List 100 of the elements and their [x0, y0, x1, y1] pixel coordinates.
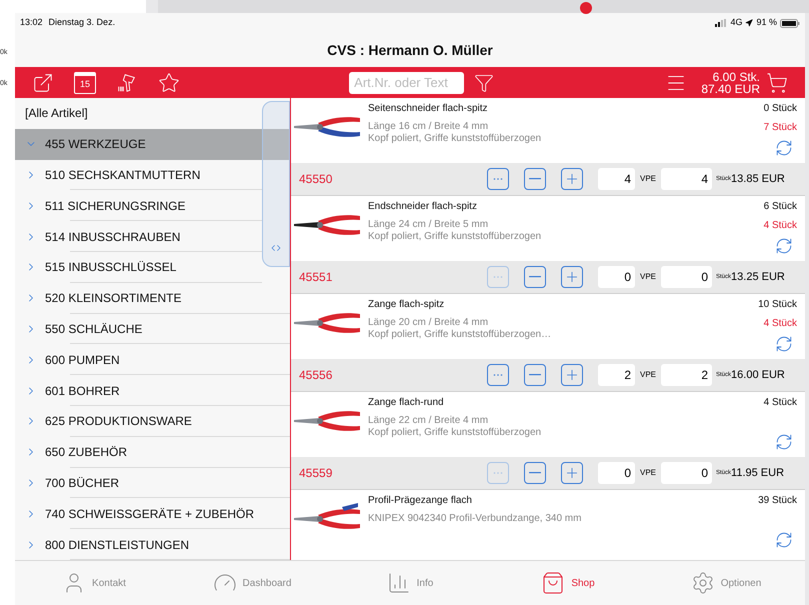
category-item[interactable]: 601 BOHRER	[15, 375, 262, 406]
vpe-label: VPE	[640, 271, 656, 283]
minus-icon	[529, 178, 541, 180]
product-detail: Kopf poliert, Griffe kunststoffüberzogen	[368, 427, 542, 439]
cart-quantity: 6.00 Stk.	[712, 70, 760, 82]
stock-label: 6 Stück	[764, 201, 797, 213]
product-detail: Kopf poliert, Griffe kunststoffüberzogen…	[368, 329, 552, 341]
scanner-icon[interactable]	[116, 72, 138, 94]
category-item[interactable]: 515 INBUSSCHLÜSSEL	[15, 252, 262, 283]
plus-icon	[564, 367, 580, 383]
category-item[interactable]: 550 SCHLÄUCHE	[15, 314, 262, 344]
vpe-label: VPE	[640, 369, 656, 381]
category-item[interactable]: 511 SICHERUNGSRINGE	[15, 190, 262, 222]
network-label: 4G	[730, 16, 742, 30]
refresh-icon[interactable]	[775, 237, 793, 255]
article-number: 45551	[299, 269, 334, 286]
vpe-field[interactable]: 0	[661, 266, 712, 288]
quantity-field[interactable]: 2	[598, 364, 635, 386]
filter-icon[interactable]	[474, 72, 494, 92]
decrease-button[interactable]	[524, 266, 546, 288]
product-detail: Länge 22 cm / Breite 4 mm	[368, 415, 490, 427]
refresh-icon[interactable]	[775, 433, 793, 451]
favorites-icon[interactable]	[158, 72, 180, 94]
search-field[interactable]: Art.Nr. oder Text	[349, 72, 464, 94]
vpe-label: VPE	[640, 467, 656, 479]
minus-icon	[529, 472, 541, 474]
ordered-label: 4 Stück	[764, 220, 797, 232]
product-name: Profil-Prägezange flach	[368, 495, 473, 507]
refresh-icon[interactable]	[775, 139, 793, 157]
tab[interactable]: Shop	[489, 571, 647, 595]
refresh-icon[interactable]	[775, 335, 793, 353]
product-name: Zange flach-rund	[368, 397, 445, 409]
location-icon	[745, 19, 754, 27]
price-label: 13.25 EUR	[731, 270, 785, 285]
product-detail: Länge 24 cm / Breite 5 mm	[368, 219, 490, 231]
battery-label: 91 %	[756, 16, 777, 30]
stock-label: 0 Stück	[764, 103, 797, 115]
product-detail: Länge 16 cm / Breite 4 mm	[368, 121, 490, 133]
vpe-field[interactable]: 2	[661, 364, 712, 386]
price-label: 11.95 EUR	[731, 466, 784, 481]
product-name: Endschneider flach-spitz	[368, 201, 478, 213]
category-item[interactable]: 514 INBUSSCHRAUBEN	[15, 221, 262, 252]
category-item[interactable]: 520 KLEINSORTIMENTE	[15, 282, 262, 314]
product-name: Zange flach-spitz	[368, 299, 446, 311]
product-detail: Länge 20 cm / Breite 4 mm	[368, 317, 490, 329]
calendar-button[interactable]: 15	[74, 72, 96, 94]
status-date: Dienstag 3. Dez.	[48, 16, 116, 30]
refresh-icon[interactable]	[775, 531, 793, 549]
increase-button[interactable]	[561, 364, 583, 386]
category-item[interactable]: 455 WERKZEUGE	[15, 128, 262, 160]
product-detail: KNIPEX 9042340 Profil-Verbundzange, 340 mm	[368, 513, 582, 525]
category-item[interactable]: 800 DIENSTLEISTUNGEN	[15, 529, 262, 560]
plus-icon	[564, 465, 580, 481]
chart-icon	[386, 571, 411, 595]
signal-icon	[715, 19, 728, 27]
increase-button[interactable]	[561, 168, 583, 190]
collapse-handle[interactable]	[262, 101, 290, 267]
status-time: 13:02	[20, 16, 43, 30]
decrease-button[interactable]	[524, 168, 546, 190]
decrease-button[interactable]	[524, 364, 546, 386]
settings-icon	[690, 571, 715, 595]
category-item[interactable]: [Alle Artikel]	[15, 98, 262, 129]
cart-icon[interactable]	[766, 72, 788, 94]
category-item[interactable]: 625 PRODUKTIONSWARE	[15, 406, 262, 437]
vpe-field[interactable]: 4	[661, 168, 712, 190]
plus-icon	[564, 171, 580, 187]
category-item[interactable]: 700 BÜCHER	[15, 468, 262, 498]
vpe-label: VPE	[640, 173, 656, 185]
battery-icon	[780, 18, 800, 28]
cart-total: 87.40 EUR	[701, 82, 760, 94]
more-button[interactable]	[487, 168, 509, 190]
quantity-field[interactable]: 4	[598, 168, 635, 190]
quantity-field[interactable]: 0	[598, 462, 635, 484]
increase-button[interactable]	[561, 462, 583, 484]
product-detail: Kopf poliert, Griffe kunststoffüberzogen	[368, 231, 542, 243]
stock-label: 39 Stück	[758, 495, 797, 507]
stock-label: 4 Stück	[764, 397, 797, 409]
window-title: CVS : Hermann O. Müller	[327, 40, 493, 60]
selection-highlight	[263, 129, 289, 160]
bag-icon	[541, 571, 566, 595]
category-item[interactable]: 650 ZUBEHÖR	[15, 436, 262, 468]
share-icon[interactable]	[32, 72, 54, 94]
decrease-button[interactable]	[524, 462, 546, 484]
minus-icon	[529, 276, 541, 278]
minus-icon	[529, 374, 541, 376]
product-detail: Kopf poliert, Griffe kunststoffüberzogen	[368, 133, 542, 145]
category-item[interactable]: 740 SCHWEISSGERÄTE + ZUBEHÖR	[15, 498, 262, 530]
category-item[interactable]: 510 SECHSKANTMUTTERN	[15, 160, 262, 190]
more-button[interactable]	[487, 364, 509, 386]
product-name: Seitenschneider flach-spitz	[368, 103, 489, 115]
plus-icon	[564, 269, 580, 285]
category-item[interactable]: 600 PUMPEN	[15, 344, 262, 376]
vpe-field[interactable]: 0	[661, 462, 712, 484]
quantity-field[interactable]: 0	[598, 266, 635, 288]
article-number: 45556	[299, 367, 334, 384]
article-number: 45550	[299, 171, 334, 188]
price-label: 13.85 EUR	[731, 172, 785, 187]
increase-button[interactable]	[561, 266, 583, 288]
ordered-label: 7 Stück	[764, 122, 797, 134]
article-number: 45559	[299, 465, 334, 482]
